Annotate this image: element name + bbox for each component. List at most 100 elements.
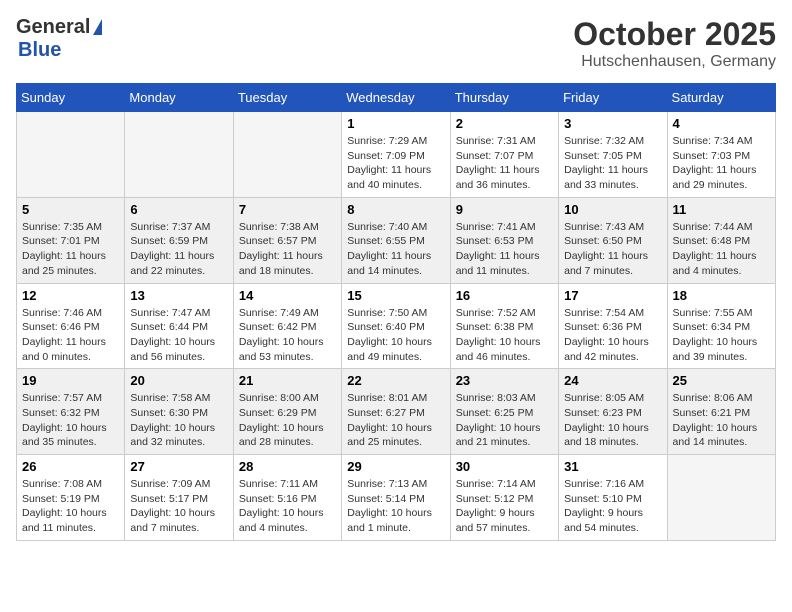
calendar-cell: 30Sunrise: 7:14 AM Sunset: 5:12 PM Dayli… (450, 455, 558, 541)
calendar-cell: 5 Sunrise: 7:35 AM Sunset: 7:01 PM Daylig… (17, 197, 125, 283)
day-number: 17 (564, 288, 661, 303)
calendar-cell: 29 Sunrise: 7:13 AM Sunset: 5:14 PM Dayli… (342, 455, 450, 541)
calendar-cell: 25 Sunrise: 8:06 AM Sunset: 6:21 PM Dayli… (667, 369, 775, 455)
day-number: 15 (347, 288, 444, 303)
day-info: Sunrise: 7:41 AM Sunset: 6:53 PM Dayligh… (456, 220, 553, 279)
day-info: Sunrise: 7:13 AM Sunset: 5:14 PM Dayligh… (347, 477, 444, 536)
calendar-cell: 8Sunrise: 7:40 AM Sunset: 6:55 PM Daylig… (342, 197, 450, 283)
day-number: 14 (239, 288, 336, 303)
calendar-cell: 17 Sunrise: 7:54 AM Sunset: 6:36 PM Dayli… (559, 283, 667, 369)
col-header-sunday: Sunday (17, 84, 125, 112)
day-info: Sunrise: 7:34 AM Sunset: 7:03 PM Dayligh… (673, 134, 770, 193)
day-info: Sunrise: 7:37 AM Sunset: 6:59 PM Dayligh… (130, 220, 227, 279)
day-number: 5 (22, 202, 119, 217)
calendar-cell (667, 455, 775, 541)
col-header-friday: Friday (559, 84, 667, 112)
calendar-cell (125, 112, 233, 198)
day-info: Sunrise: 8:03 AM Sunset: 6:25 PM Dayligh… (456, 391, 553, 450)
col-header-tuesday: Tuesday (233, 84, 341, 112)
day-info: Sunrise: 7:35 AM Sunset: 7:01 PM Dayligh… (22, 220, 119, 279)
day-number: 11 (673, 202, 770, 217)
calendar-cell: 22Sunrise: 8:01 AM Sunset: 6:27 PM Dayli… (342, 369, 450, 455)
logo-general: General (16, 16, 90, 39)
day-info: Sunrise: 7:14 AM Sunset: 5:12 PM Dayligh… (456, 477, 553, 536)
logo-blue: Blue (18, 39, 61, 61)
day-info: Sunrise: 7:47 AM Sunset: 6:44 PM Dayligh… (130, 306, 227, 365)
day-number: 31 (564, 459, 661, 474)
calendar-cell: 20Sunrise: 7:58 AM Sunset: 6:30 PM Dayli… (125, 369, 233, 455)
col-header-monday: Monday (125, 84, 233, 112)
day-number: 22 (347, 373, 444, 388)
day-number: 29 (347, 459, 444, 474)
col-header-thursday: Thursday (450, 84, 558, 112)
calendar-cell: 13Sunrise: 7:47 AM Sunset: 6:44 PM Dayli… (125, 283, 233, 369)
day-info: Sunrise: 7:44 AM Sunset: 6:48 PM Dayligh… (673, 220, 770, 279)
day-number: 8 (347, 202, 444, 217)
day-info: Sunrise: 8:05 AM Sunset: 6:23 PM Dayligh… (564, 391, 661, 450)
day-number: 23 (456, 373, 553, 388)
calendar-cell: 31 Sunrise: 7:16 AM Sunset: 5:10 PM Dayli… (559, 455, 667, 541)
day-info: Sunrise: 7:54 AM Sunset: 6:36 PM Dayligh… (564, 306, 661, 365)
calendar-cell: 10Sunrise: 7:43 AM Sunset: 6:50 PM Dayli… (559, 197, 667, 283)
day-number: 4 (673, 116, 770, 131)
title-block: October 2025 Hutschenhausen, Germany (573, 16, 776, 71)
day-number: 26 (22, 459, 119, 474)
calendar-cell: 12 Sunrise: 7:46 AM Sunset: 6:46 PM Dayli… (17, 283, 125, 369)
day-number: 25 (673, 373, 770, 388)
logo: General Blue (16, 16, 102, 62)
location: Hutschenhausen, Germany (573, 53, 776, 71)
calendar-cell: 19Sunrise: 7:57 AM Sunset: 6:32 PM Dayli… (17, 369, 125, 455)
day-number: 12 (22, 288, 119, 303)
day-info: Sunrise: 7:50 AM Sunset: 6:40 PM Dayligh… (347, 306, 444, 365)
day-info: Sunrise: 7:09 AM Sunset: 5:17 PM Dayligh… (130, 477, 227, 536)
calendar-cell: 21 Sunrise: 8:00 AM Sunset: 6:29 PM Dayli… (233, 369, 341, 455)
day-number: 16 (456, 288, 553, 303)
day-info: Sunrise: 7:49 AM Sunset: 6:42 PM Dayligh… (239, 306, 336, 365)
calendar-cell: 11 Sunrise: 7:44 AM Sunset: 6:48 PM Dayli… (667, 197, 775, 283)
day-info: Sunrise: 7:57 AM Sunset: 6:32 PM Dayligh… (22, 391, 119, 450)
page-header: General Blue October 2025 Hutschenhausen… (16, 16, 776, 71)
calendar-cell (17, 112, 125, 198)
calendar-cell: 28Sunrise: 7:11 AM Sunset: 5:16 PM Dayli… (233, 455, 341, 541)
day-info: Sunrise: 7:52 AM Sunset: 6:38 PM Dayligh… (456, 306, 553, 365)
day-info: Sunrise: 7:55 AM Sunset: 6:34 PM Dayligh… (673, 306, 770, 365)
calendar-cell: 2 Sunrise: 7:31 AM Sunset: 7:07 PM Daylig… (450, 112, 558, 198)
day-number: 10 (564, 202, 661, 217)
day-number: 20 (130, 373, 227, 388)
day-info: Sunrise: 7:46 AM Sunset: 6:46 PM Dayligh… (22, 306, 119, 365)
col-header-wednesday: Wednesday (342, 84, 450, 112)
calendar-cell: 16 Sunrise: 7:52 AM Sunset: 6:38 PM Dayli… (450, 283, 558, 369)
calendar-cell: 4 Sunrise: 7:34 AM Sunset: 7:03 PM Daylig… (667, 112, 775, 198)
calendar-cell: 6 Sunrise: 7:37 AM Sunset: 6:59 PM Daylig… (125, 197, 233, 283)
calendar-week-2: 5 Sunrise: 7:35 AM Sunset: 7:01 PM Daylig… (17, 197, 776, 283)
day-info: Sunrise: 7:38 AM Sunset: 6:57 PM Dayligh… (239, 220, 336, 279)
day-info: Sunrise: 7:16 AM Sunset: 5:10 PM Dayligh… (564, 477, 661, 536)
calendar-cell: 27 Sunrise: 7:09 AM Sunset: 5:17 PM Dayli… (125, 455, 233, 541)
day-number: 1 (347, 116, 444, 131)
day-info: Sunrise: 7:31 AM Sunset: 7:07 PM Dayligh… (456, 134, 553, 193)
day-info: Sunrise: 8:06 AM Sunset: 6:21 PM Dayligh… (673, 391, 770, 450)
day-number: 21 (239, 373, 336, 388)
calendar-week-4: 19Sunrise: 7:57 AM Sunset: 6:32 PM Dayli… (17, 369, 776, 455)
day-info: Sunrise: 7:11 AM Sunset: 5:16 PM Dayligh… (239, 477, 336, 536)
day-info: Sunrise: 7:08 AM Sunset: 5:19 PM Dayligh… (22, 477, 119, 536)
calendar-week-1: 1 Sunrise: 7:29 AM Sunset: 7:09 PM Daylig… (17, 112, 776, 198)
col-header-saturday: Saturday (667, 84, 775, 112)
day-number: 2 (456, 116, 553, 131)
calendar-cell: 26 Sunrise: 7:08 AM Sunset: 5:19 PM Dayli… (17, 455, 125, 541)
day-number: 6 (130, 202, 227, 217)
day-number: 27 (130, 459, 227, 474)
calendar-cell: 24 Sunrise: 8:05 AM Sunset: 6:23 PM Dayli… (559, 369, 667, 455)
day-number: 7 (239, 202, 336, 217)
calendar-week-3: 12 Sunrise: 7:46 AM Sunset: 6:46 PM Dayli… (17, 283, 776, 369)
logo-triangle (93, 19, 102, 35)
calendar-header-row: SundayMondayTuesdayWednesdayThursdayFrid… (17, 84, 776, 112)
calendar-cell: 9Sunrise: 7:41 AM Sunset: 6:53 PM Daylig… (450, 197, 558, 283)
day-number: 24 (564, 373, 661, 388)
day-number: 18 (673, 288, 770, 303)
calendar-cell: 23 Sunrise: 8:03 AM Sunset: 6:25 PM Dayli… (450, 369, 558, 455)
calendar-cell: 14 Sunrise: 7:49 AM Sunset: 6:42 PM Dayli… (233, 283, 341, 369)
calendar-week-5: 26 Sunrise: 7:08 AM Sunset: 5:19 PM Dayli… (17, 455, 776, 541)
day-info: Sunrise: 7:29 AM Sunset: 7:09 PM Dayligh… (347, 134, 444, 193)
day-info: Sunrise: 8:00 AM Sunset: 6:29 PM Dayligh… (239, 391, 336, 450)
